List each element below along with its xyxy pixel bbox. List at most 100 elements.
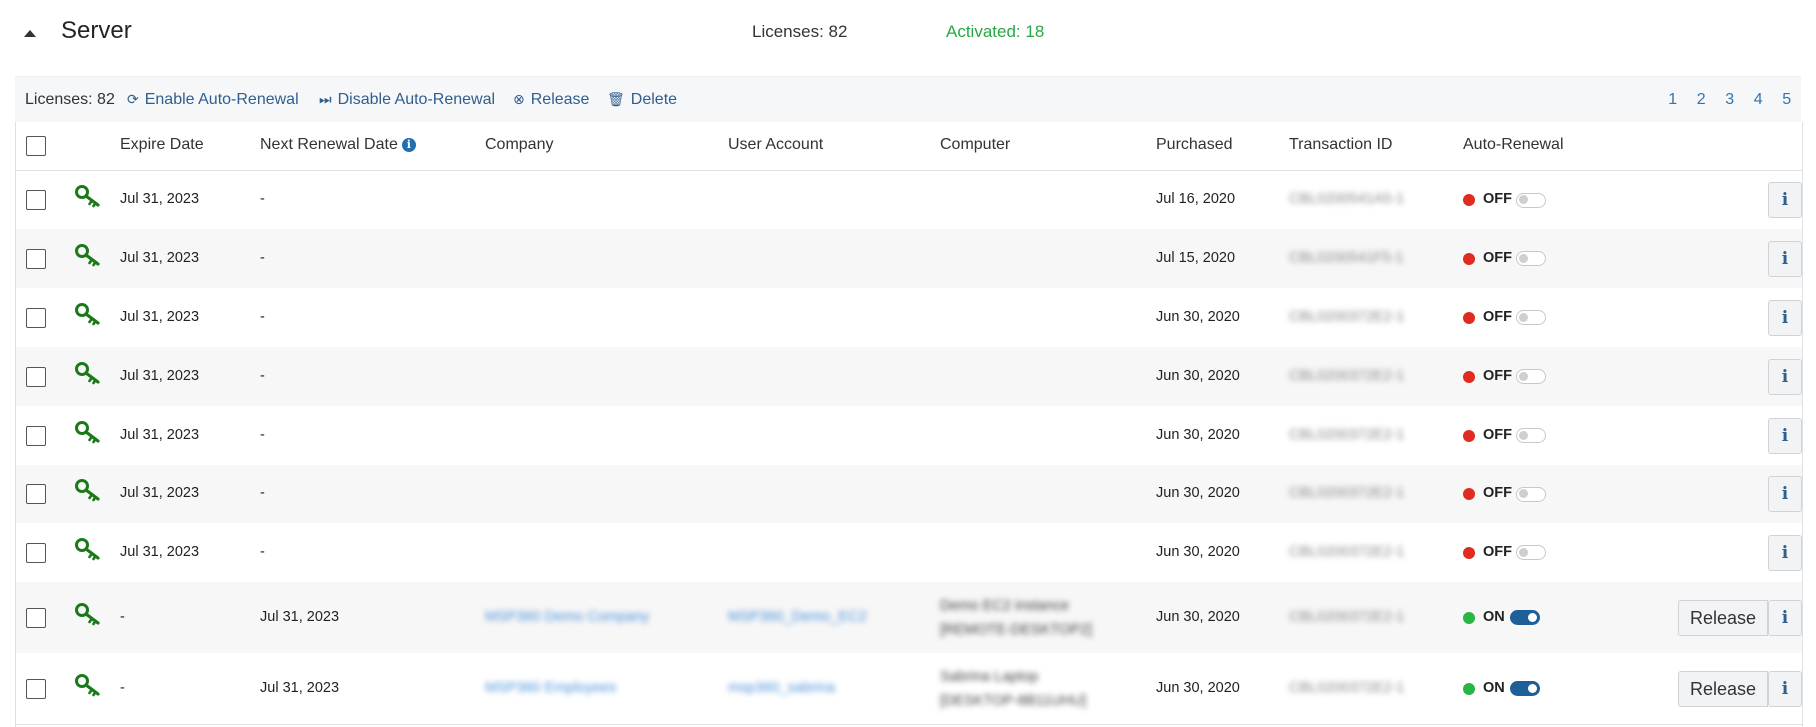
cell-company-link[interactable]: MSP360 Employees [485,680,616,696]
cell-purchased: Jul 16, 2020 [1156,191,1236,207]
row-checkbox[interactable] [26,248,46,269]
row-info-button[interactable]: i [1768,299,1802,336]
auto-renewal-toggle[interactable] [1516,428,1546,443]
row-checkbox[interactable] [26,542,46,563]
delete-toolbar-button[interactable]: 🗑 Delete [607,91,677,109]
col-next-renewal-label: Next Renewal Date [260,136,398,153]
cell-transaction-id: CBL0200372E2-1 [1289,485,1405,501]
cell-next-renewal-date: - [260,191,265,207]
row-info-button[interactable]: i [1768,240,1802,277]
caret-up-icon[interactable] [24,30,36,37]
col-next-renewal-date[interactable]: Next Renewal Date i [260,136,416,154]
table-row: - Jul 31, 2023 MSP360 Demo Company MSP360_D… [16,582,1802,654]
status-dot [1463,194,1475,206]
cell-expire-date: Jul 31, 2023 [120,191,200,207]
auto-renewal-toggle[interactable] [1510,681,1540,696]
refresh-icon: ⟳ [127,91,139,107]
table-row: Jul 31, 2023 - Jul 15, 2020 CBL0200541F5-1 O… [16,229,1802,289]
enable-auto-renewal-button[interactable]: ⟳ Enable Auto-Renewal [127,91,299,109]
cell-expire-date: Jul 31, 2023 [120,367,200,384]
trash-icon: 🗑 [607,91,625,107]
cell-expire-date: Jul 31, 2023 [120,249,200,266]
col-transaction-id[interactable]: Transaction ID [1289,136,1392,154]
row-info-button[interactable]: i [1768,670,1802,707]
disable-auto-renewal-button[interactable]: ⏭ Disable Auto-Renewal [319,91,495,109]
auto-renewal-status: ON [1483,679,1505,696]
col-company[interactable]: Company [485,136,553,154]
cell-purchased: Jun 30, 2020 [1156,367,1240,384]
cell-next-renewal-date: Jul 31, 2023 [260,679,340,696]
status-dot [1463,488,1475,500]
status-dot [1463,252,1475,265]
cell-company-link[interactable]: MSP360 Demo Company [485,609,649,625]
release-button[interactable]: Release [1678,599,1768,636]
toolbar-licenses-label: Licenses: [25,91,93,108]
status-dot [1463,611,1475,624]
col-purchased[interactable]: Purchased [1156,136,1233,154]
row-info-button[interactable]: i [1768,476,1802,512]
skip-icon: ⏭ [319,91,332,107]
page-link[interactable]: 3 [1716,91,1745,109]
row-checkbox[interactable] [26,366,46,387]
row-info-button[interactable]: i [1768,358,1802,395]
auto-renewal-toggle[interactable] [1516,192,1546,208]
table-row: Jul 31, 2023 - Jun 30, 2020 CBL0200372E2-1 O… [16,465,1802,524]
cell-transaction-id: CBL0200372E2-1 [1289,679,1405,696]
row-checkbox[interactable] [26,607,46,628]
key-icon [74,537,102,561]
status-dot [1463,682,1475,695]
select-all-checkbox[interactable] [26,136,46,156]
page-link[interactable]: 5 [1773,91,1802,109]
cell-next-renewal-date: - [260,308,265,325]
row-info-button[interactable]: i [1768,182,1802,218]
cell-next-renewal-date: - [260,543,265,560]
cell-next-renewal-date: - [260,367,265,384]
row-checkbox[interactable] [26,307,46,328]
cell-user-account-link[interactable]: msp360_sabrina [728,680,835,696]
release-toolbar-button[interactable]: ⊗ Release [513,91,589,109]
auto-renewal-status: OFF [1483,249,1512,266]
row-info-button[interactable]: i [1768,417,1802,454]
cell-next-renewal-date: Jul 31, 2023 [260,608,340,625]
row-checkbox[interactable] [26,190,46,210]
auto-renewal-toggle[interactable] [1510,610,1540,625]
row-checkbox[interactable] [26,484,46,504]
col-computer[interactable]: Computer [940,136,1010,154]
cell-transaction-id: CBL0200541F5-1 [1289,249,1404,266]
key-icon [74,602,102,626]
auto-renewal-toggle[interactable] [1516,545,1546,560]
cell-expire-date: Jul 31, 2023 [120,485,200,501]
row-checkbox[interactable] [26,678,46,699]
auto-renewal-toggle[interactable] [1516,310,1546,325]
col-expire-date[interactable]: Expire Date [120,136,204,154]
table-row: Jul 31, 2023 - Jun 30, 2020 CBL0200372E2-1 O… [16,347,1802,407]
section-header: Server Licenses: 82 Activated: 18 [0,0,1816,66]
auto-renewal-toggle[interactable] [1516,369,1546,384]
page-link[interactable]: 4 [1744,91,1773,109]
cell-user-account-link[interactable]: MSP360_Demo_EC2 [728,609,867,625]
page-link[interactable]: 1 [1659,91,1688,109]
info-icon[interactable]: i [401,137,416,152]
key-icon [74,243,102,267]
col-auto-renewal[interactable]: Auto-Renewal [1463,136,1564,154]
page-link[interactable]: 2 [1687,91,1716,109]
cell-computer-host: [REMOTE-DESKTOP2] [940,621,1093,638]
table-row: Jul 31, 2023 - Jun 30, 2020 CBL0200372E2-1 O… [16,523,1802,583]
auto-renewal-toggle[interactable] [1516,486,1546,502]
table-row: - Jul 31, 2023 MSP360 Employees msp360_sabr… [16,653,1802,725]
cell-computer-name: Demo EC2 instance [940,597,1069,614]
row-checkbox[interactable] [26,425,46,446]
key-icon [74,420,102,444]
auto-renewal-status: OFF [1483,543,1512,560]
status-dot [1463,429,1475,442]
cell-expire-date: Jul 31, 2023 [120,543,200,560]
release-button[interactable]: Release [1678,670,1768,707]
enable-auto-renewal-label: Enable Auto-Renewal [144,91,299,108]
auto-renewal-toggle[interactable] [1516,251,1546,266]
col-user-account[interactable]: User Account [728,136,823,154]
row-info-button[interactable]: i [1768,534,1802,571]
row-info-button[interactable]: i [1768,599,1802,636]
cell-transaction-id: CBL0200372E2-1 [1289,543,1405,560]
table-row: Jul 31, 2023 - Jun 30, 2020 CBL0200372E2-1 O… [16,406,1802,466]
header-activated-count: Activated: 18 [946,22,1045,41]
